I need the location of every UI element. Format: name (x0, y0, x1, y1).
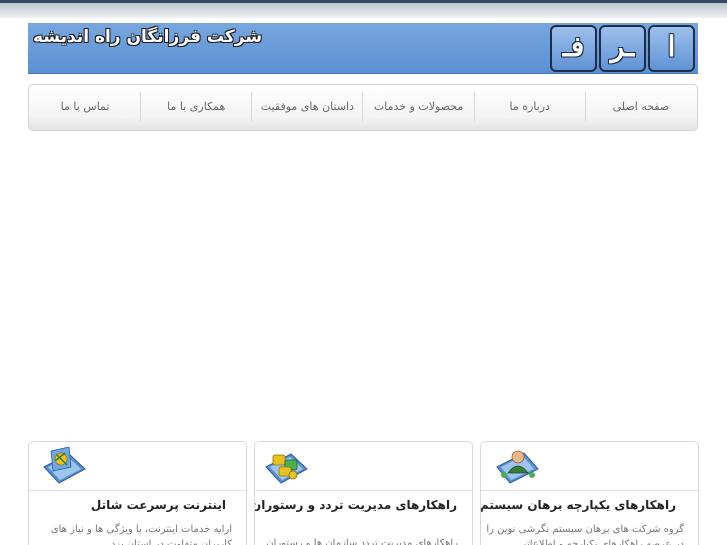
main-navigation: صفحه اصلی درباره ما محصولات و خدمات داست… (28, 84, 698, 131)
logo-letter-alef: ا (648, 25, 695, 72)
feature-box-text: راهکارهای مدیریت تردد سازمان ها و رستورا… (266, 538, 458, 545)
company-name[interactable]: شرکت فرزانگان راه اندیشه (33, 27, 262, 47)
top-strip (0, 0, 727, 18)
feature-box-shatel: اینترنت پرسرعت شاتل ارایه خدمات اینترنت،… (28, 441, 247, 545)
logo-letter-fa: فـ (550, 25, 597, 72)
site-header: شرکت فرزانگان راه اندیشه فـ ـر ا (28, 23, 698, 74)
globe-network-icon[interactable] (41, 445, 87, 487)
feature-box-header (29, 442, 246, 491)
feature-box-borhan: راهکارهای یکپارچه برهان سیستم گروه شرکت … (480, 441, 699, 545)
feature-box-header (255, 442, 472, 491)
nav-item-products[interactable]: محصولات و خدمات (362, 92, 473, 121)
feature-box-attendance: راهکارهای مدیریت تردد و رستوران راهکارها… (254, 441, 473, 545)
nav-item-success-stories[interactable]: داستان های موفقیت (251, 92, 362, 121)
feature-box-title[interactable]: اینترنت پرسرعت شاتل (91, 498, 226, 512)
logo-letter-ra: ـر (599, 25, 646, 72)
puzzle-network-icon[interactable] (263, 445, 309, 487)
feature-boxes: راهکارهای یکپارچه برهان سیستم گروه شرکت … (28, 441, 699, 545)
feature-box-text: ارایه خدمات اینترنت، با ویژگی ها و نیاز … (50, 524, 232, 545)
nav-item-about[interactable]: درباره ما (473, 92, 585, 121)
feature-box-title[interactable]: راهکارهای یکپارچه برهان سیستم (481, 498, 676, 512)
feature-box-title[interactable]: راهکارهای مدیریت تردد و رستوران (255, 498, 457, 512)
user-network-icon[interactable] (494, 445, 540, 487)
feature-box-header (481, 442, 698, 491)
logo[interactable]: فـ ـر ا (550, 25, 696, 72)
nav-item-partnership[interactable]: همکاری با ما (140, 92, 251, 121)
feature-box-text: گروه شرکت های برهان سیستم نگرشی نوین را … (486, 524, 684, 545)
nav-item-home[interactable]: صفحه اصلی (584, 92, 696, 121)
nav-item-contact[interactable]: تماس با ما (30, 92, 140, 121)
